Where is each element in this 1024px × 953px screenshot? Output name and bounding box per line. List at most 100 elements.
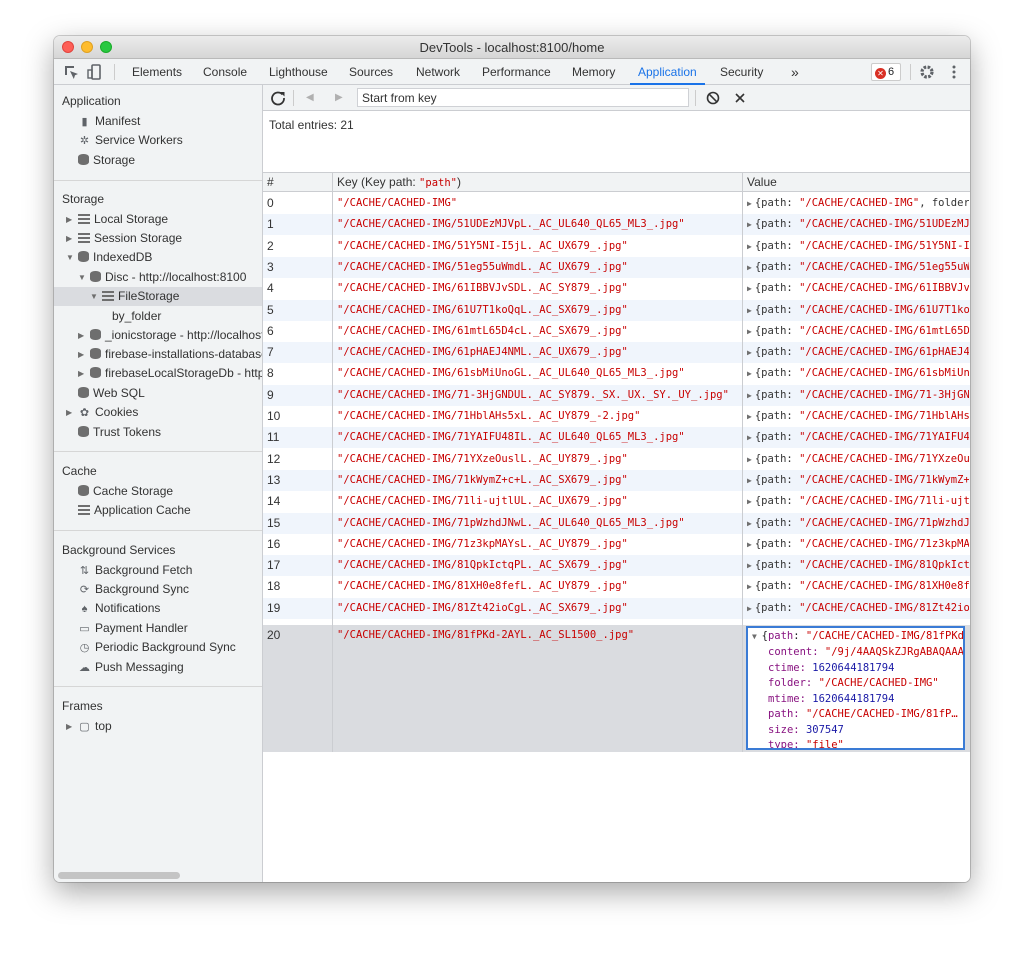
row-value[interactable]: ▶{path: "/CACHE/CACHED-IMG/71z3kpMAYsL._… xyxy=(747,534,969,555)
table-row[interactable]: 15 "/CACHE/CACHED-IMG/71pWzhdJNwL._AC_UL6… xyxy=(263,513,970,534)
tab-lighthouse[interactable]: Lighthouse xyxy=(269,59,328,85)
sidebar-item-firebase-local-storage-db[interactable]: ▶firebaseLocalStorageDb - http://localho… xyxy=(78,364,262,383)
row-value[interactable]: ▶{path: "/CACHE/CACHED-IMG/81QpkIctqPL._… xyxy=(747,555,969,576)
table-row[interactable]: 12 "/CACHE/CACHED-IMG/71YXzeOuslL._AC_UY8… xyxy=(263,449,970,470)
expand-triangle-icon[interactable]: ▶ xyxy=(66,229,72,248)
table-row[interactable]: 5 "/CACHE/CACHED-IMG/61U7T1koQqL._AC_SX67… xyxy=(263,300,970,321)
sidebar-item-application-cache[interactable]: Application Cache xyxy=(78,501,191,520)
row-value[interactable]: ▶{path: "/CACHE/CACHED-IMG/71-3HjGNDUL._… xyxy=(747,385,969,406)
tab-elements[interactable]: Elements xyxy=(132,59,182,85)
expand-triangle-icon[interactable]: ▶ xyxy=(747,455,752,464)
table-row[interactable]: 4 "/CACHE/CACHED-IMG/61IBBVJvSDL._AC_SY87… xyxy=(263,278,970,299)
expand-triangle-icon[interactable]: ▶ xyxy=(66,403,72,422)
sidebar-item-filestorage[interactable]: ▼ FileStorage xyxy=(90,287,179,306)
expand-triangle-icon[interactable]: ▶ xyxy=(747,476,752,485)
gear-icon[interactable] xyxy=(918,63,936,81)
tab-sources[interactable]: Sources xyxy=(349,59,393,85)
triangle-left-icon[interactable]: ◀ xyxy=(306,89,324,107)
expand-triangle-icon[interactable]: ▶ xyxy=(747,348,752,357)
table-row[interactable]: 8 "/CACHE/CACHED-IMG/61sbMiUnoGL._AC_UL64… xyxy=(263,363,970,384)
table-row[interactable]: 6 "/CACHE/CACHED-IMG/61mtL65D4cL._AC_SX67… xyxy=(263,321,970,342)
sidebar-item-firebase-installations-db[interactable]: ▶ firebase-installations-database xyxy=(78,345,262,364)
sidebar-item-frame-top[interactable]: ▶ ▢ top xyxy=(66,717,112,736)
expand-triangle-icon[interactable]: ▶ xyxy=(747,412,752,421)
sidebar-item-by-folder[interactable]: by_folder xyxy=(112,307,161,326)
column-header-number[interactable]: # xyxy=(263,173,333,192)
block-icon[interactable] xyxy=(704,89,722,107)
value-object-header[interactable]: ▼ {path: "/CACHE/CACHED-IMG/81fPKd-2AYL.… xyxy=(752,629,963,644)
expand-triangle-icon[interactable]: ▶ xyxy=(747,604,752,613)
expand-triangle-icon[interactable]: ▶ xyxy=(747,497,752,506)
sidebar-item-ionicstorage-db[interactable]: ▶_ionicstorage - http://localhost:8100 xyxy=(78,326,262,345)
more-tabs-button[interactable]: » xyxy=(791,59,799,85)
sidebar-item-cookies[interactable]: ▶ ✿ Cookies xyxy=(66,403,138,422)
row-value[interactable]: ▶{path: "/CACHE/CACHED-IMG/71pWzhdJNwL._… xyxy=(747,513,969,534)
tab-console[interactable]: Console xyxy=(203,59,247,85)
table-row[interactable]: 3 "/CACHE/CACHED-IMG/51eg55uWmdL._AC_UX67… xyxy=(263,257,970,278)
row-value[interactable]: ▶{path: "/CACHE/CACHED-IMG/71YAIFU48IL._… xyxy=(747,427,969,448)
expand-triangle-icon[interactable]: ▶ xyxy=(747,369,752,378)
collapse-triangle-icon[interactable]: ▼ xyxy=(66,248,74,267)
row-value[interactable]: ▶{path: "/CACHE/CACHED-IMG/61mtL65D4cL._… xyxy=(747,321,969,342)
sidebar-item-session-storage[interactable]: ▶ Session Storage xyxy=(66,229,182,248)
expand-triangle-icon[interactable]: ▶ xyxy=(78,364,84,383)
sidebar-item-push-messaging[interactable]: ☁ Push Messaging xyxy=(78,658,184,677)
tab-performance[interactable]: Performance xyxy=(482,59,551,85)
sidebar-horizontal-scrollbar[interactable] xyxy=(58,872,180,879)
table-row[interactable]: 18 "/CACHE/CACHED-IMG/81XH0e8fefL._AC_UY8… xyxy=(263,576,970,597)
device-toolbar-icon[interactable] xyxy=(86,63,104,81)
sidebar-item-local-storage[interactable]: ▶ Local Storage xyxy=(66,210,168,229)
expand-triangle-icon[interactable]: ▶ xyxy=(747,561,752,570)
table-row[interactable]: 7 "/CACHE/CACHED-IMG/61pHAEJ4NML._AC_UX67… xyxy=(263,342,970,363)
inspect-element-icon[interactable] xyxy=(62,63,80,81)
tab-security[interactable]: Security xyxy=(720,59,763,85)
error-count-badge[interactable]: ✕ 6 xyxy=(871,63,901,81)
expand-triangle-icon[interactable]: ▶ xyxy=(78,326,84,345)
collapse-triangle-icon[interactable]: ▼ xyxy=(90,287,98,306)
table-row[interactable]: 17 "/CACHE/CACHED-IMG/81QpkIctqPL._AC_SX6… xyxy=(263,555,970,576)
table-row[interactable]: 11 "/CACHE/CACHED-IMG/71YAIFU48IL._AC_UL6… xyxy=(263,427,970,448)
table-row[interactable]: 1 "/CACHE/CACHED-IMG/51UDEzMJVpL._AC_UL64… xyxy=(263,214,970,235)
refresh-icon[interactable] xyxy=(269,89,287,107)
sidebar-item-trust-tokens[interactable]: Trust Tokens xyxy=(78,423,161,442)
sidebar-item-storage[interactable]: Storage xyxy=(78,151,135,170)
row-value[interactable]: ▶{path: "/CACHE/CACHED-IMG/71li-ujtlUL._… xyxy=(747,491,969,512)
row-value[interactable]: ▶{path: "/CACHE/CACHED-IMG/61U7T1koQqL._… xyxy=(747,300,969,321)
triangle-right-icon[interactable]: ▶ xyxy=(335,89,353,107)
expand-triangle-icon[interactable]: ▶ xyxy=(747,263,752,272)
expand-triangle-icon[interactable]: ▶ xyxy=(747,242,752,251)
expand-triangle-icon[interactable]: ▶ xyxy=(747,199,752,208)
kebab-menu-icon[interactable] xyxy=(945,63,963,81)
row-value[interactable]: ▶{path: "/CACHE/CACHED-IMG/71YXzeOuslL._… xyxy=(747,449,969,470)
expand-triangle-icon[interactable]: ▶ xyxy=(747,220,752,229)
table-row[interactable]: 10 "/CACHE/CACHED-IMG/71HblAHs5xL._AC_UY8… xyxy=(263,406,970,427)
table-row[interactable]: 2 "/CACHE/CACHED-IMG/51Y5NI-I5jL._AC_UX67… xyxy=(263,236,970,257)
sidebar-item-indexeddb[interactable]: ▼ IndexedDB xyxy=(66,248,152,267)
tab-memory[interactable]: Memory xyxy=(572,59,615,85)
table-row[interactable]: 13 "/CACHE/CACHED-IMG/71kWymZ+c+L._AC_SX6… xyxy=(263,470,970,491)
collapse-triangle-icon[interactable]: ▼ xyxy=(752,632,762,641)
expand-triangle-icon[interactable]: ▶ xyxy=(747,519,752,528)
sidebar-item-service-workers[interactable]: ✲ Service Workers xyxy=(78,131,183,150)
row-value[interactable]: ▶{path: "/CACHE/CACHED-IMG/51UDEzMJVpL._… xyxy=(747,214,969,235)
row-value[interactable]: ▶ {path: "/CACHE/CACHED-IMG", folder xyxy=(747,193,969,214)
row-value[interactable]: ▶{path: "/CACHE/CACHED-IMG/81Zt42ioCgL._… xyxy=(747,598,969,619)
sidebar-item-web-sql[interactable]: Web SQL xyxy=(78,384,145,403)
expand-triangle-icon[interactable]: ▶ xyxy=(747,433,752,442)
expand-triangle-icon[interactable]: ▶ xyxy=(66,717,72,736)
table-row[interactable]: 0 "/CACHE/CACHED-IMG" ▶ {path: "/CACHE/CACH… xyxy=(263,193,970,214)
table-row[interactable]: 14 "/CACHE/CACHED-IMG/71li-ujtlUL._AC_UX6… xyxy=(263,491,970,512)
expand-triangle-icon[interactable]: ▶ xyxy=(747,327,752,336)
sidebar-item-periodic-background-sync[interactable]: ◷ Periodic Background Sync xyxy=(78,638,236,657)
tab-network[interactable]: Network xyxy=(416,59,460,85)
expand-triangle-icon[interactable]: ▶ xyxy=(747,306,752,315)
close-icon[interactable] xyxy=(731,89,749,107)
row-value[interactable]: ▶{path: "/CACHE/CACHED-IMG/51eg55uWmdL._… xyxy=(747,257,969,278)
table-row[interactable]: 9 "/CACHE/CACHED-IMG/71-3HjGNDUL._AC_SY87… xyxy=(263,385,970,406)
expanded-value-object[interactable]: ▼ {path: "/CACHE/CACHED-IMG/81fPKd-2AYL.… xyxy=(746,626,965,750)
column-header-value[interactable]: Value xyxy=(743,173,970,192)
table-row[interactable]: 16 "/CACHE/CACHED-IMG/71z3kpMAYsL._AC_UY8… xyxy=(263,534,970,555)
sidebar-item-manifest[interactable]: ▮ Manifest xyxy=(78,112,140,131)
sidebar-item-background-sync[interactable]: ⟳ Background Sync xyxy=(78,580,189,599)
row-value[interactable]: ▶{path: "/CACHE/CACHED-IMG/71HblAHs5xL._… xyxy=(747,406,969,427)
